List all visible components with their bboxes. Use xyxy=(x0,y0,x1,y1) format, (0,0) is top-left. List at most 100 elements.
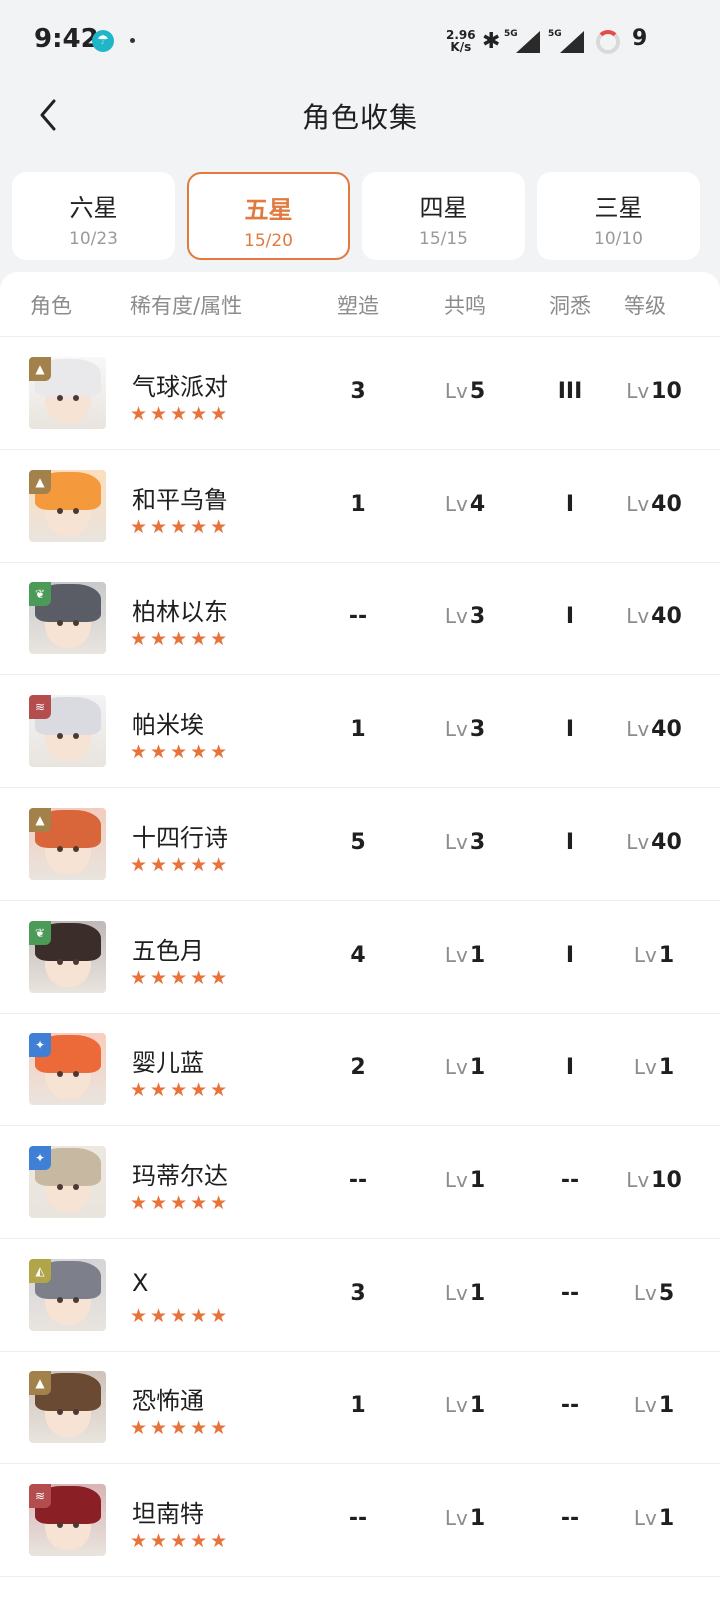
notification-dot-icon xyxy=(130,38,135,43)
character-name: 十四行诗 xyxy=(132,823,228,852)
character-row[interactable]: ▲ 十四行诗 ★★★★★ 5 Lv3 I Lv40 xyxy=(0,788,720,901)
shape-value: -- xyxy=(348,604,368,630)
mountain-icon: ▲ xyxy=(29,357,51,381)
insight-value: -- xyxy=(560,1280,580,1306)
insight-value: -- xyxy=(560,1506,580,1531)
character-avatar: ▲ xyxy=(29,807,106,880)
shape-value: -- xyxy=(348,1167,368,1193)
rarity-stars-icon: ★★★★★ xyxy=(130,628,231,651)
avatar-eye xyxy=(73,1522,79,1528)
lv-prefix: Lv xyxy=(633,942,657,967)
character-name: 坦南特 xyxy=(132,1500,204,1528)
character-name: 五色月 xyxy=(132,936,204,965)
character-avatar: ▲ xyxy=(29,357,106,429)
rarity-stars-icon: ★★★★★ xyxy=(130,853,231,876)
resonance-cell: Lv3 xyxy=(420,717,510,742)
character-name: X xyxy=(132,1268,149,1297)
resonance-cell: Lv1 xyxy=(420,943,510,968)
level-cell: Lv1 xyxy=(612,1506,696,1531)
resonance-value: 3 xyxy=(469,604,486,630)
avatar-eye xyxy=(73,507,79,514)
resonance-cell: Lv3 xyxy=(420,604,510,629)
tab-five-star[interactable]: 五星 15/20 xyxy=(187,172,350,260)
page-title: 角色收集 xyxy=(301,101,418,134)
level-cell: Lv1 xyxy=(612,1393,696,1418)
level-value: 40 xyxy=(651,829,682,855)
mountain-icon: ▲ xyxy=(29,469,51,494)
rarity-stars-icon: ★★★★★ xyxy=(130,1079,231,1102)
level-value: 40 xyxy=(651,604,682,630)
shape-value: 5 xyxy=(350,829,366,855)
avatar-eye xyxy=(57,1522,63,1528)
avatar-eye xyxy=(57,395,63,401)
character-row[interactable]: ❦ 柏林以东 ★★★★★ -- Lv3 I Lv40 xyxy=(0,562,720,676)
insight-value: I xyxy=(565,829,575,855)
rarity-stars-icon: ★★★★★ xyxy=(130,1304,231,1327)
lv-prefix: Lv xyxy=(626,604,650,629)
resonance-cell: Lv3 xyxy=(420,830,510,855)
rarity-stars-icon: ★★★★★ xyxy=(130,1530,231,1552)
signal-strength-icon xyxy=(516,31,540,53)
character-row[interactable]: ▲ 气球派对 ★★★★★ 3 Lv5 III Lv10 xyxy=(0,337,720,450)
level-cell: Lv10 xyxy=(612,1168,696,1193)
level-cell: Lv5 xyxy=(612,1281,696,1306)
column-header-rarity: 稀有度/属性 xyxy=(130,294,243,318)
character-row[interactable]: ≋ 坦南特 ★★★★★ -- Lv1 -- Lv1 xyxy=(0,1464,720,1577)
tab-label: 四星 xyxy=(419,194,468,222)
lv-prefix: Lv xyxy=(626,491,650,516)
character-name: 玛蒂尔达 xyxy=(132,1161,228,1190)
signal-strength-icon xyxy=(560,31,584,53)
lv-prefix: Lv xyxy=(444,1393,468,1418)
level-value: 10 xyxy=(651,379,682,404)
character-row[interactable]: ≋ 帕米埃 ★★★★★ 1 Lv3 I Lv40 xyxy=(0,675,720,789)
tab-six-star[interactable]: 六星 10/23 xyxy=(12,172,175,260)
level-value: 5 xyxy=(658,1280,675,1306)
character-row[interactable]: ❦ 五色月 ★★★★★ 4 Lv1 I Lv1 xyxy=(0,901,720,1014)
status-bar: 9:42 ☂ 2.96 K/s ✱ 5G 5G 9 xyxy=(0,0,720,80)
resonance-value: 1 xyxy=(469,1280,486,1306)
character-row[interactable]: ▲ 和平乌鲁 ★★★★★ 1 Lv4 I Lv40 xyxy=(0,450,720,563)
lv-prefix: Lv xyxy=(444,942,468,967)
column-header-insight: 洞悉 xyxy=(549,294,591,318)
bluetooth-icon: ✱ xyxy=(482,29,501,54)
shape-value: 3 xyxy=(350,379,366,404)
lv-prefix: Lv xyxy=(444,491,468,516)
level-cell: Lv40 xyxy=(612,830,696,855)
tab-label: 六星 xyxy=(69,194,118,222)
resonance-value: 5 xyxy=(469,379,486,404)
level-cell: Lv40 xyxy=(612,492,696,517)
tab-four-star[interactable]: 四星 15/15 xyxy=(362,172,525,260)
character-avatar: ◭ xyxy=(29,1258,106,1331)
lv-prefix: Lv xyxy=(633,1280,657,1305)
character-name: 气球派对 xyxy=(132,373,228,401)
lv-prefix: Lv xyxy=(626,379,650,403)
resonance-value: 3 xyxy=(469,829,486,855)
character-avatar: ▲ xyxy=(29,469,106,542)
avatar-eye xyxy=(57,958,63,965)
tab-count: 10/10 xyxy=(594,229,643,249)
lv-prefix: Lv xyxy=(444,1167,468,1192)
character-avatar: ▲ xyxy=(29,1371,106,1444)
header: 角色收集 xyxy=(0,80,720,155)
lv-prefix: Lv xyxy=(633,1393,657,1418)
lv-prefix: Lv xyxy=(444,1055,468,1080)
avatar-eye xyxy=(73,395,79,401)
character-row[interactable]: ✦ 婴儿蓝 ★★★★★ 2 Lv1 I Lv1 xyxy=(0,1013,720,1127)
insight-value: I xyxy=(565,717,575,743)
mountain-icon: ▲ xyxy=(29,1371,51,1396)
character-row[interactable]: ◭ X ★★★★★ 3 Lv1 -- Lv5 xyxy=(0,1239,720,1352)
star-icon: ✦ xyxy=(29,1033,51,1058)
tab-three-star[interactable]: 三星 10/10 xyxy=(537,172,700,260)
character-row[interactable]: ✦ 玛蒂尔达 ★★★★★ -- Lv1 -- Lv10 xyxy=(0,1126,720,1239)
rarity-stars-icon: ★★★★★ xyxy=(130,403,231,425)
character-name: 和平乌鲁 xyxy=(132,485,228,514)
character-table: 角色 稀有度/属性 塑造 共鸣 洞悉 等级 ▲ 气球派对 ★★★★★ 3 Lv5 III L… xyxy=(0,272,720,1612)
wave-icon: ≋ xyxy=(29,1484,51,1508)
insight-value: -- xyxy=(560,1167,580,1193)
level-cell: Lv40 xyxy=(612,717,696,742)
resonance-value: 3 xyxy=(469,717,486,743)
character-avatar: ❦ xyxy=(29,582,106,655)
character-row[interactable]: ▲ 恐怖通 ★★★★★ 1 Lv1 -- Lv1 xyxy=(0,1351,720,1465)
character-avatar: ≋ xyxy=(29,1484,106,1556)
level-value: 1 xyxy=(658,1393,675,1419)
